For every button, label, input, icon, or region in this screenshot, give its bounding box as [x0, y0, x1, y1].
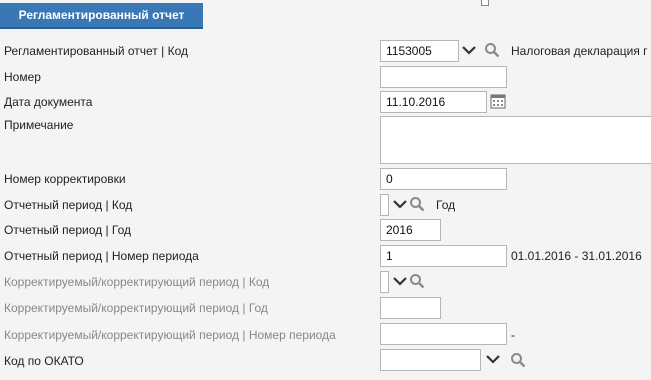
- note-textarea[interactable]: [380, 116, 651, 164]
- search-icon[interactable]: [409, 273, 425, 289]
- period-year-input[interactable]: [380, 219, 441, 241]
- report-code-description: Налоговая декларация г: [511, 44, 648, 58]
- correction-number-label: Номер корректировки: [4, 172, 126, 186]
- tab-regulated-report[interactable]: Регламентированный отчет: [0, 3, 203, 29]
- correction-number-input[interactable]: [380, 168, 507, 190]
- note-label: Примечание: [4, 118, 74, 132]
- corr-period-number-input[interactable]: [380, 323, 507, 345]
- corr-period-year-input[interactable]: [380, 297, 441, 319]
- chevron-down-icon[interactable]: [485, 353, 501, 365]
- corr-period-number-label: Корректируемый/корректирующий период | Н…: [4, 328, 336, 342]
- calendar-icon[interactable]: [490, 93, 506, 109]
- corr-period-code-input[interactable]: [380, 271, 389, 293]
- period-code-label: Отчетный период | Код: [4, 198, 133, 212]
- period-number-description: 01.01.2016 - 31.01.2016: [511, 249, 642, 263]
- period-code-input[interactable]: [380, 194, 389, 216]
- corr-period-year-label: Корректируемый/корректирующий период | Г…: [4, 301, 268, 315]
- report-code-label: Регламентированный отчет | Код: [4, 44, 188, 58]
- period-year-label: Отчетный период | Год: [4, 223, 131, 237]
- doc-date-label: Дата документа: [4, 95, 93, 109]
- chevron-down-icon[interactable]: [392, 198, 408, 210]
- period-code-description: Год: [436, 198, 456, 212]
- search-icon[interactable]: [484, 42, 500, 58]
- okato-label: Код по ОКАТО: [4, 354, 84, 368]
- report-code-input[interactable]: [380, 40, 459, 62]
- doc-date-input[interactable]: [380, 91, 487, 113]
- chevron-down-icon[interactable]: [392, 275, 408, 287]
- corr-period-number-description: -: [511, 328, 515, 342]
- corr-period-code-label: Корректируемый/корректирующий период | К…: [4, 275, 270, 289]
- resize-handle: [481, 0, 489, 6]
- search-icon[interactable]: [510, 352, 526, 368]
- number-label: Номер: [4, 70, 41, 84]
- chevron-down-icon[interactable]: [461, 44, 477, 56]
- period-number-input[interactable]: [380, 245, 507, 267]
- search-icon[interactable]: [409, 196, 425, 212]
- number-input[interactable]: [380, 66, 507, 88]
- okato-input[interactable]: [380, 349, 481, 371]
- period-number-label: Отчетный период | Номер периода: [4, 249, 199, 263]
